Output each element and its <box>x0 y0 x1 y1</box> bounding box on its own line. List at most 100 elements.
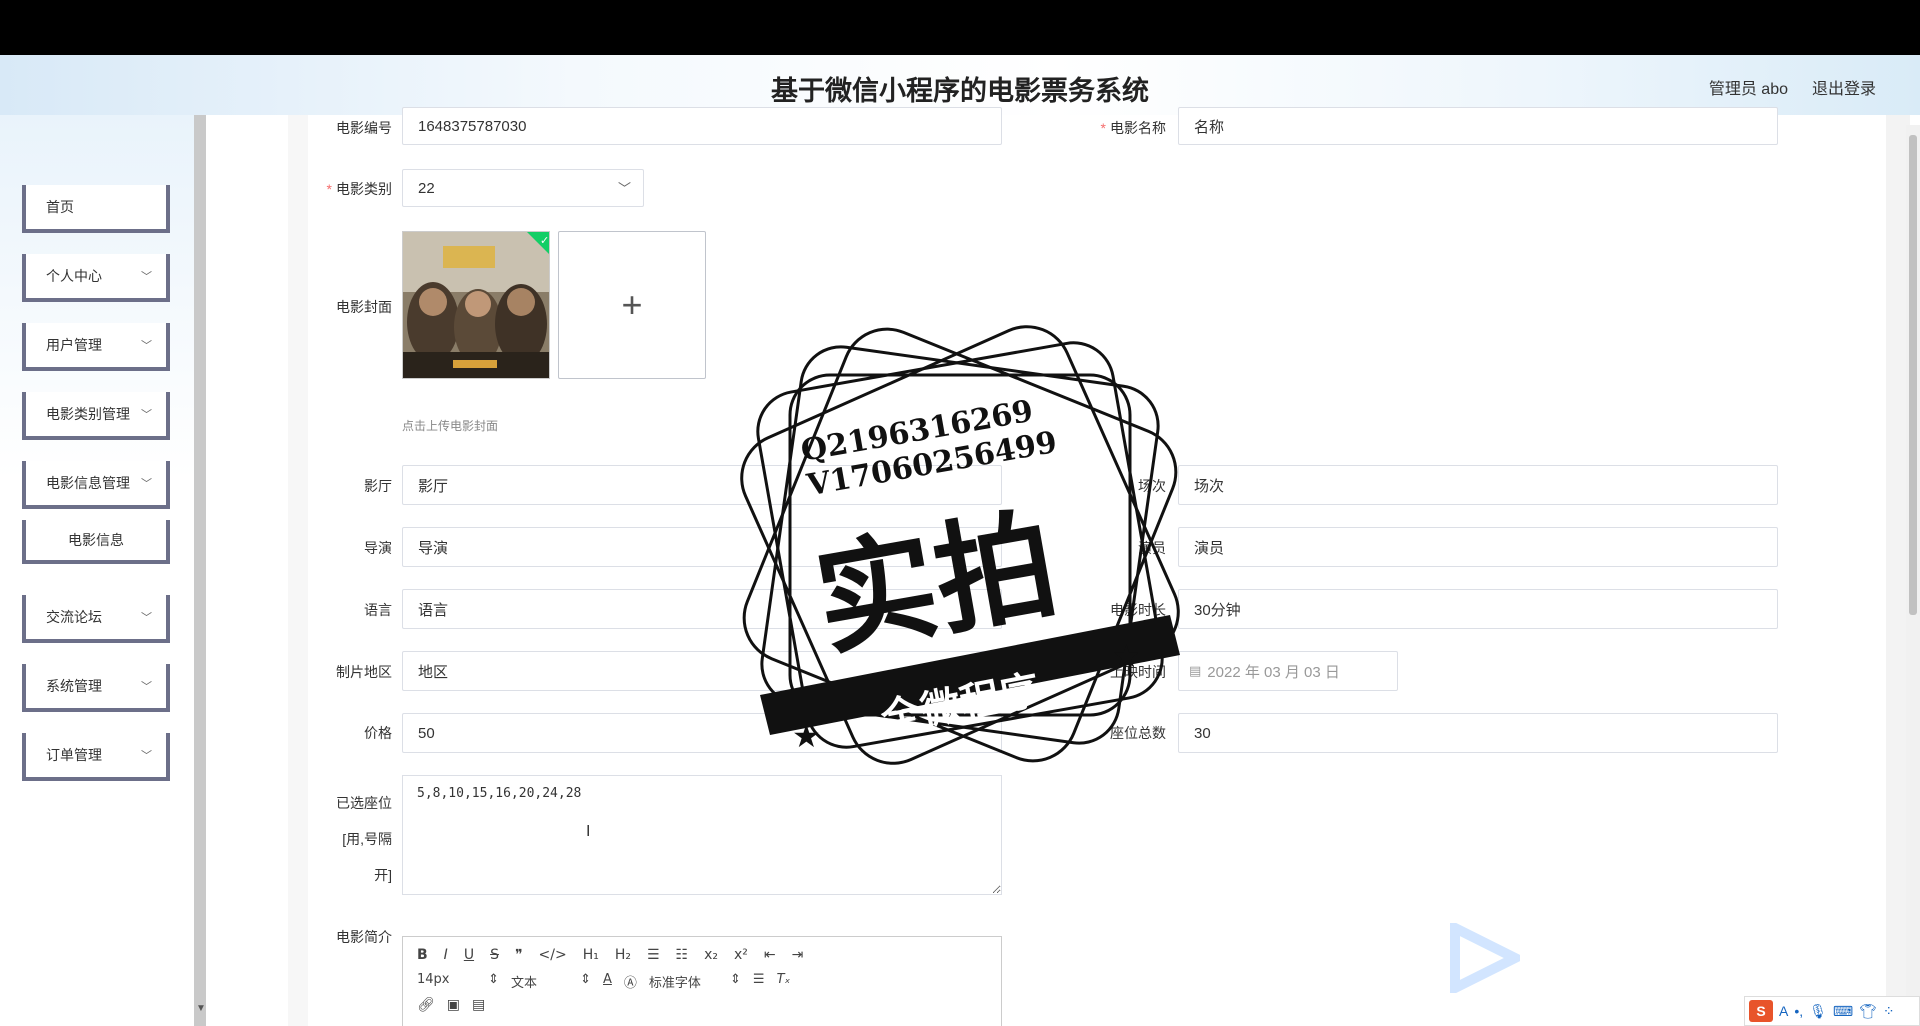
category-select[interactable]: 22 ﹀ <box>402 169 644 207</box>
selected-seats-label-line1: 已选座位 <box>336 795 392 811</box>
chevron-down-icon: ﹀ <box>141 681 152 693</box>
italic-icon[interactable]: I <box>444 947 448 963</box>
ime-punct-icon[interactable]: •, <box>1794 1003 1803 1019</box>
rich-text-editor[interactable]: B I U S ❞ </> H₁ H₂ ☰ ☷ x₂ x² ⇤ ⇥ 14px ⇕… <box>402 936 1002 1026</box>
sidebar-item-home[interactable]: 首页 <box>22 185 170 233</box>
bullet-list-icon[interactable]: ☷ <box>676 947 689 963</box>
release-date-picker[interactable]: ▤ 2022 年 03 月 03 日 <box>1178 651 1398 691</box>
selected-seats-textarea[interactable] <box>402 775 1002 895</box>
font-family-select[interactable]: 标准字体 ⇕ <box>649 972 741 991</box>
bold-icon[interactable]: B <box>417 947 428 963</box>
sidebar-item-orders[interactable]: 订单管理 ﹀ <box>22 733 170 781</box>
price-label: 价格 <box>364 725 392 741</box>
updown-icon: ⇕ <box>580 972 591 987</box>
sidebar-item-forum[interactable]: 交流论坛 ﹀ <box>22 595 170 643</box>
font-color-icon[interactable]: A <box>603 972 612 991</box>
underline-icon[interactable]: U <box>464 947 474 963</box>
video-icon[interactable]: ▤ <box>472 997 485 1013</box>
language-value: 语言 <box>418 601 449 619</box>
subscript-icon[interactable]: x₂ <box>704 947 718 963</box>
release-date-value: 2022 年 03 月 03 日 <box>1207 663 1340 681</box>
sidebar-item-movie-categories[interactable]: 电影类别管理 ﹀ <box>22 392 170 440</box>
scrollbar-thumb[interactable] <box>1909 135 1917 615</box>
superscript-icon[interactable]: x² <box>734 947 748 963</box>
cover-upload-hint: 点击上传电影封面 <box>402 419 499 433</box>
director-input[interactable]: 导演 <box>402 527 1002 567</box>
logout-link[interactable]: 退出登录 <box>1812 75 1876 99</box>
director-value: 导演 <box>418 539 449 557</box>
sidebar-item-label: 系统管理 <box>46 678 102 694</box>
heading1-icon[interactable]: H₁ <box>583 947 599 963</box>
skin-icon[interactable]: 👕︎ <box>1859 1003 1877 1020</box>
sidebar-item-label: 电影信息管理 <box>46 475 130 491</box>
updown-icon: ⇕ <box>730 972 741 987</box>
selected-seats-label: 已选座位 [用,号隔 开] <box>300 785 392 893</box>
region-input[interactable]: 地区 <box>402 651 1002 691</box>
grid-menu-icon[interactable]: ⁘ <box>1883 1003 1895 1020</box>
editor-toolbar-row1: B I U S ❞ </> H₁ H₂ ☰ ☷ x₂ x² ⇤ ⇥ <box>417 947 803 963</box>
sidebar-subitem-movie-info[interactable]: 电影信息 <box>22 520 170 564</box>
region-value: 地区 <box>418 663 449 681</box>
category-label: * 电影类别 <box>326 181 392 197</box>
code-icon[interactable]: </> <box>539 947 567 963</box>
align-icon[interactable]: ☰ <box>753 972 765 991</box>
link-icon[interactable]: 🔗︎ <box>417 997 435 1013</box>
total-seats-input[interactable]: 30 <box>1178 713 1778 753</box>
sidebar-menu: 首页 个人中心 ﹀ 用户管理 ﹀ 电影类别管理 ﹀ 电影信息管理 ﹀ 电影信息 … <box>0 115 196 1026</box>
upload-cover-button[interactable]: + <box>558 231 706 379</box>
editor-toolbar-row2: 14px ⇕ 文本 ⇕ A Ⓐ 标准字体 ⇕ ☰ Tₓ <box>417 972 790 991</box>
microphone-icon[interactable]: 🎙︎ <box>1809 1003 1827 1020</box>
selected-seats-label-line3: 开] <box>374 867 392 883</box>
category-value: 22 <box>418 179 435 197</box>
cover-label: 电影封面 <box>336 299 392 315</box>
sogou-ime-icon[interactable]: S <box>1749 1000 1773 1022</box>
clear-format-icon[interactable]: Tₓ <box>777 972 791 991</box>
calendar-icon: ▤ <box>1189 663 1202 678</box>
page-scrollbar[interactable] <box>1906 125 1920 1026</box>
block-format-select[interactable]: 文本 ⇕ <box>511 972 591 991</box>
ime-toolbar[interactable]: S A •, 🎙︎ ⌨ 👕︎ ⁘ <box>1744 996 1920 1026</box>
sidebar-item-label: 电影类别管理 <box>46 406 130 422</box>
font-size-select[interactable]: 14px ⇕ <box>417 972 499 991</box>
session-input[interactable]: 场次 <box>1178 465 1778 505</box>
chevron-down-icon: ﹀ <box>141 750 152 762</box>
blockquote-icon[interactable]: ❞ <box>515 947 523 963</box>
actor-value: 演员 <box>1194 539 1225 557</box>
editor-toolbar-row3: 🔗︎ ▣ ▤ <box>417 997 485 1013</box>
scroll-down-arrow-icon[interactable]: ▼ <box>196 1003 206 1014</box>
font-size-value: 14px <box>417 972 450 987</box>
sidebar-item-system[interactable]: 系统管理 ﹀ <box>22 664 170 712</box>
chevron-down-icon: ﹀ <box>141 612 152 624</box>
sidebar-item-users[interactable]: 用户管理 ﹀ <box>22 323 170 371</box>
indent-icon[interactable]: ⇥ <box>792 947 804 963</box>
movie-no-label: 电影编号 <box>336 120 392 136</box>
cover-image-thumbnail[interactable]: ✓ <box>402 231 550 379</box>
sidebar-item-movie-info-mgmt[interactable]: 电影信息管理 ﹀ <box>22 461 170 509</box>
keyboard-icon[interactable]: ⌨ <box>1833 1003 1853 1020</box>
director-label: 导演 <box>364 540 392 556</box>
strikethrough-icon[interactable]: S <box>490 947 499 963</box>
movie-name-input[interactable]: 名称 <box>1178 107 1778 145</box>
chevron-down-icon: ﹀ <box>617 181 631 196</box>
outdent-icon[interactable]: ⇤ <box>764 947 776 963</box>
movie-no-input[interactable]: 1648375787030 <box>402 107 1002 145</box>
background-color-icon[interactable]: Ⓐ <box>624 972 637 991</box>
hall-value: 影厅 <box>418 477 449 495</box>
ime-letter-icon[interactable]: A <box>1779 1003 1788 1019</box>
price-input[interactable]: 50 <box>402 713 1002 753</box>
sidebar-scrollbar[interactable] <box>194 115 206 1026</box>
hall-input[interactable]: 影厅 <box>402 465 1002 505</box>
ordered-list-icon[interactable]: ☰ <box>647 947 660 963</box>
duration-input[interactable]: 30分钟 <box>1178 589 1778 629</box>
actor-input[interactable]: 演员 <box>1178 527 1778 567</box>
image-icon[interactable]: ▣ <box>447 997 460 1013</box>
heading2-icon[interactable]: H₂ <box>615 947 631 963</box>
total-seats-value: 30 <box>1194 724 1211 742</box>
plus-icon: + <box>621 284 643 325</box>
sidebar-item-label: 首页 <box>46 199 74 215</box>
chevron-down-icon: ﹀ <box>141 340 152 352</box>
required-mark: * <box>326 181 332 197</box>
region-label: 制片地区 <box>336 664 392 680</box>
language-input[interactable]: 语言 <box>402 589 1002 629</box>
sidebar-item-profile[interactable]: 个人中心 ﹀ <box>22 254 170 302</box>
